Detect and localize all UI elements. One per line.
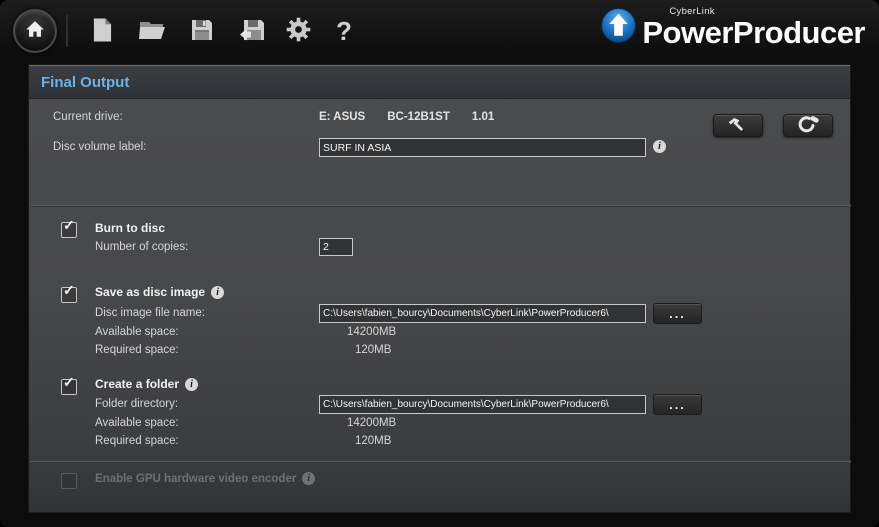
gpu-encoder-label: Enable GPU hardware video encoder (95, 472, 297, 485)
checkmark-icon: ✓ (63, 282, 75, 298)
create-folder-title-row: Create a folder i (95, 377, 199, 391)
disc-image-path-input[interactable] (319, 304, 646, 323)
disc-image-filename-label: Disc image file name: (95, 307, 205, 319)
folder-browse-button[interactable]: ... (653, 394, 702, 415)
final-output-panel: Final Output Current drive: E: ASUS BC-1… (28, 64, 851, 513)
powerproducer-arrow-icon (600, 7, 637, 49)
disc-image-info-icon[interactable]: i (211, 285, 225, 299)
required-space-value: 120MB (355, 344, 392, 356)
toolbar: ? CyberLink PowerProducer (0, 0, 879, 62)
folder-info-icon[interactable]: i (185, 377, 199, 391)
checkmark-icon: ✓ (63, 217, 75, 233)
create-folder-checkbox[interactable]: ✓ (61, 374, 77, 395)
current-drive-label: Current drive: (53, 111, 123, 123)
volume-info-icon[interactable]: i (653, 140, 666, 153)
gpu-info-icon: i (302, 472, 316, 485)
new-project-button[interactable] (82, 13, 122, 49)
gpu-encoder-row: Enable GPU hardware video encoder i (95, 472, 316, 485)
save-project-as-button[interactable] (230, 13, 270, 49)
copies-label: Number of copies: (95, 241, 189, 253)
create-folder-title: Create a folder (95, 377, 180, 391)
burn-to-disc-checkbox[interactable]: ✓ (61, 217, 77, 238)
hammer-icon (726, 116, 750, 135)
disc-volume-label: Disc volume label: (53, 141, 147, 153)
home-icon (24, 18, 46, 45)
help-icon: ? (336, 16, 352, 46)
required-space-label: Required space: (95, 344, 179, 356)
app-logo: CyberLink PowerProducer (600, 7, 865, 49)
toolbar-separator (66, 15, 68, 47)
save-disc-image-title: Save as disc image (95, 285, 206, 299)
drive-model: BC-12B1ST (387, 111, 450, 123)
save-disc-image-checkbox[interactable]: ✓ (61, 282, 77, 303)
current-drive-value: E: ASUS BC-12B1ST 1.01 (319, 111, 494, 123)
required-space-value: 120MB (355, 435, 392, 447)
disc-volume-input[interactable] (319, 138, 646, 157)
available-space-value: 14200MB (347, 417, 397, 429)
available-space-value: 14200MB (347, 326, 397, 338)
drive-firmware: 1.01 (471, 111, 495, 123)
drive-letter: E: ASUS (319, 111, 366, 123)
open-project-button[interactable] (132, 13, 172, 49)
settings-button[interactable] (278, 13, 318, 49)
folder-directory-label: Folder directory: (95, 398, 179, 410)
burner-tools-button[interactable] (713, 114, 763, 137)
disc-image-browse-button[interactable]: ... (653, 303, 702, 324)
available-space-label: Available space: (95, 326, 179, 338)
save-floppy-icon (190, 18, 214, 45)
save-as-floppy-arrow-icon (237, 18, 264, 45)
section-divider (30, 205, 851, 207)
brand-powerproducer: PowerProducer (642, 15, 865, 50)
required-space-label: Required space: (95, 435, 179, 447)
settings-gear-icon (285, 16, 312, 46)
checkmark-icon: ✓ (63, 374, 75, 390)
folder-directory-input[interactable] (319, 395, 646, 414)
help-button[interactable]: ? (324, 13, 364, 49)
burn-to-disc-title: Burn to disc (95, 221, 166, 235)
erase-disc-icon (795, 115, 821, 136)
available-space-label: Available space: (95, 417, 179, 429)
copies-input[interactable] (319, 238, 353, 256)
new-file-icon (92, 17, 113, 46)
section-divider (30, 461, 851, 463)
erase-disc-button[interactable] (783, 114, 833, 137)
gpu-encoder-checkbox (61, 473, 77, 489)
page-title: Final Output (41, 73, 130, 91)
app-window: ? CyberLink PowerProducer Final Output C… (0, 0, 879, 527)
save-project-button[interactable] (182, 13, 222, 49)
save-disc-image-title-row: Save as disc image i (95, 285, 225, 299)
open-folder-icon (138, 18, 166, 45)
panel-header: Final Output (29, 65, 850, 99)
home-button[interactable] (13, 9, 57, 53)
